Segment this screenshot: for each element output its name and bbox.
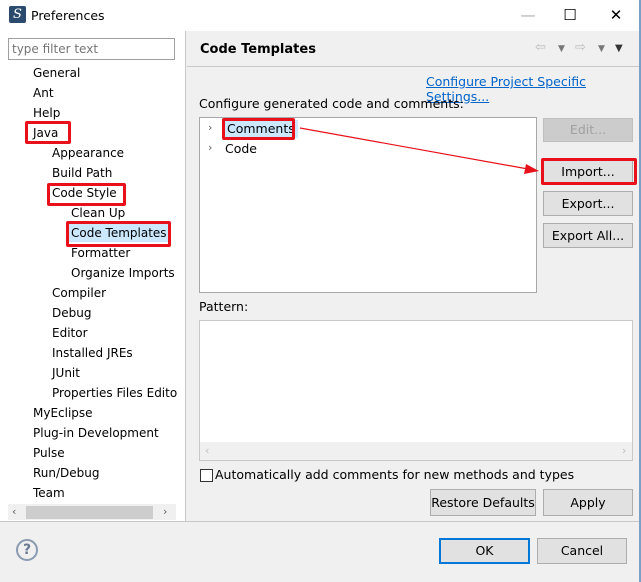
annotation-arrow bbox=[299, 127, 539, 174]
